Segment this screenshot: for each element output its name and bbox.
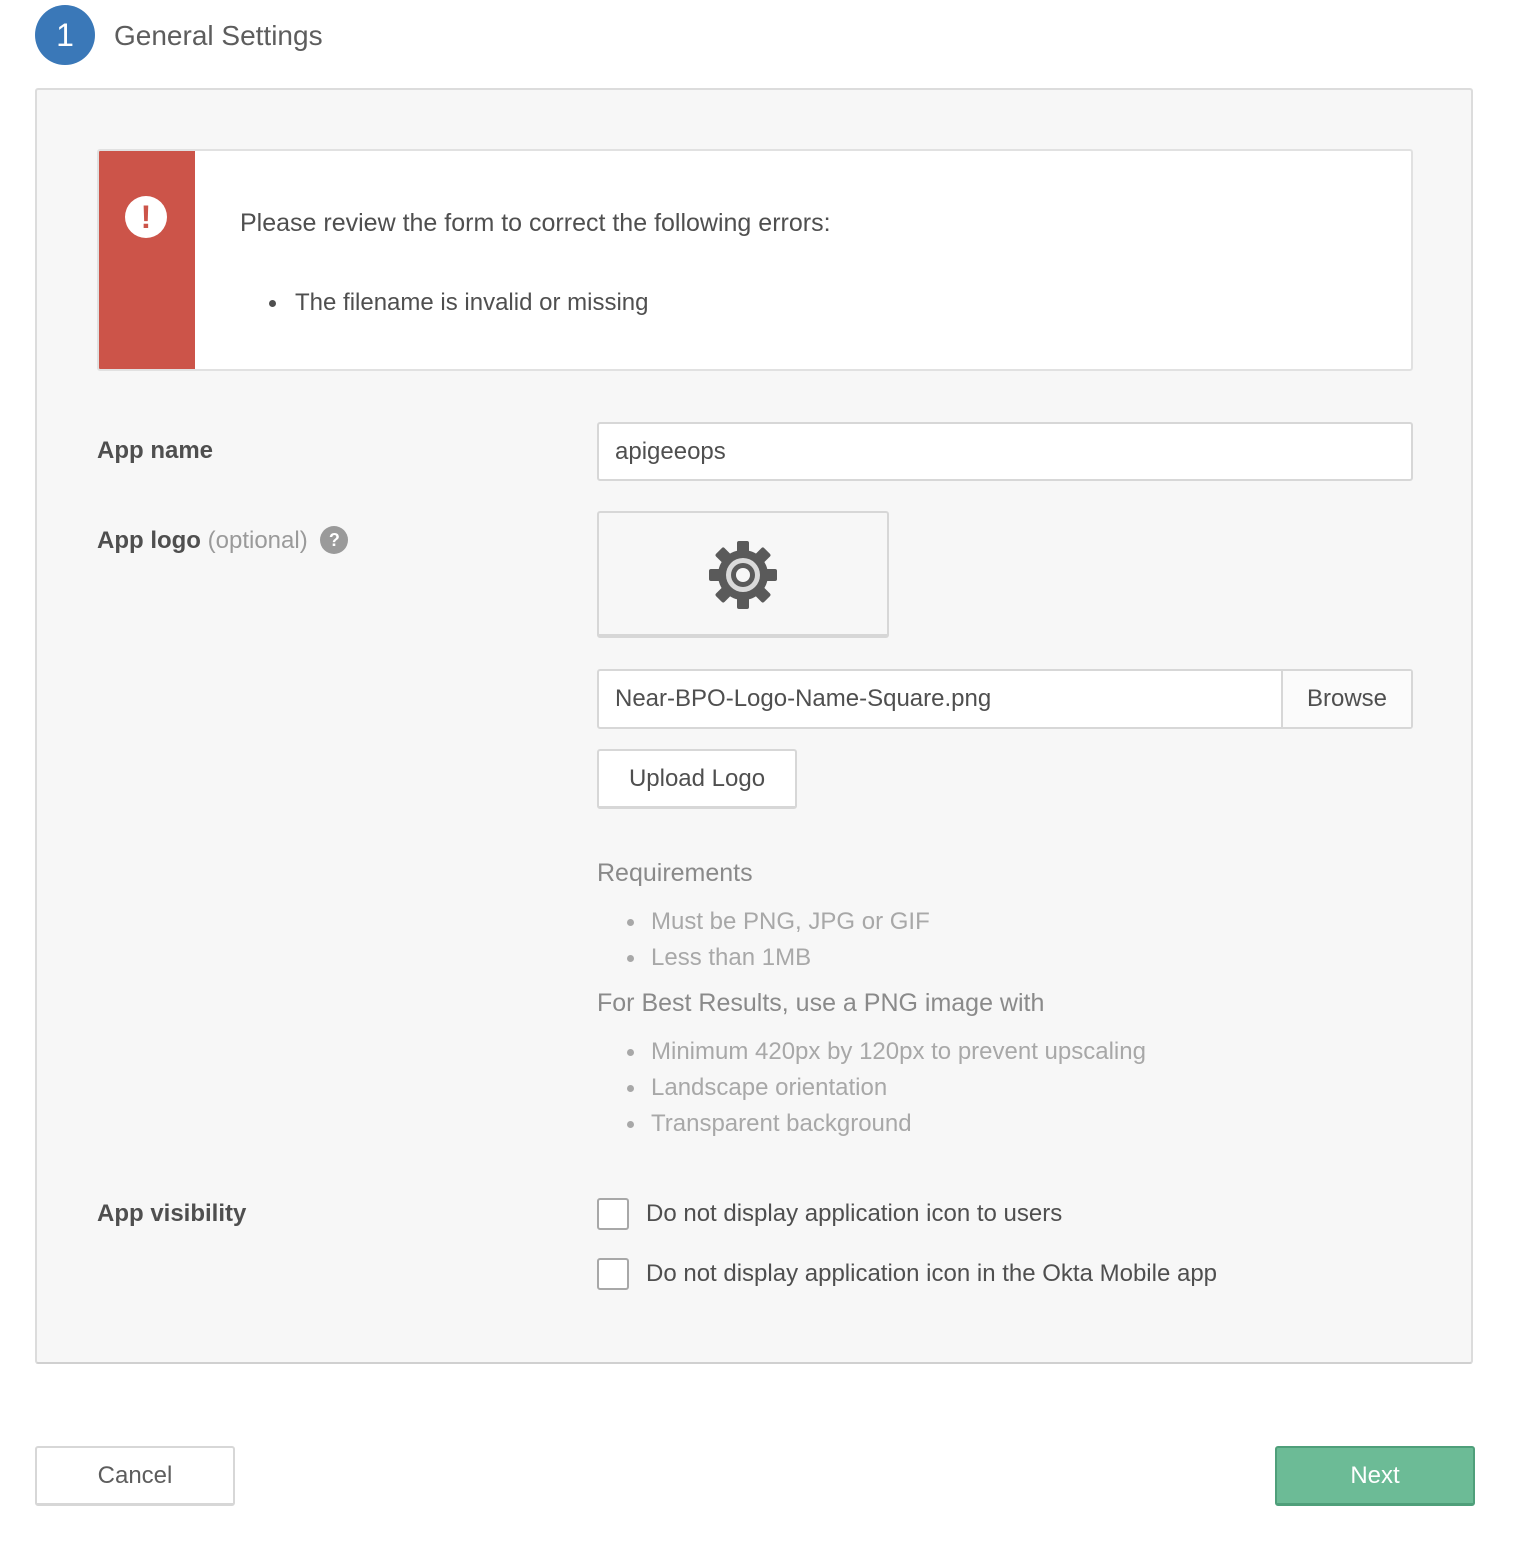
hide-icon-users-label[interactable]: Do not display application icon to users — [646, 1198, 1062, 1230]
step-title: General Settings — [114, 20, 323, 51]
best-result-item: Minimum 420px by 120px to prevent upscal… — [627, 1034, 1146, 1070]
app-visibility-label: App visibility — [97, 1200, 247, 1227]
optional-label: (optional) — [207, 527, 308, 554]
logo-file-field[interactable]: Near-BPO-Logo-Name-Square.png Browse — [597, 669, 1413, 729]
best-result-item: Transparent background — [627, 1106, 1146, 1142]
best-result-item: Landscape orientation — [627, 1070, 1146, 1106]
app-logo-label: App logo — [97, 527, 201, 554]
browse-button[interactable]: Browse — [1281, 671, 1411, 727]
logo-preview — [597, 511, 889, 638]
requirement-item: Less than 1MB — [627, 940, 930, 976]
hide-icon-users-checkbox[interactable] — [597, 1198, 629, 1230]
help-icon[interactable]: ? — [320, 525, 349, 554]
app-name-label: App name — [97, 437, 214, 464]
file-name-text: Near-BPO-Logo-Name-Square.png — [615, 685, 992, 712]
cancel-button[interactable]: Cancel — [35, 1446, 235, 1506]
hide-icon-mobile-checkbox[interactable] — [597, 1258, 629, 1290]
exclamation-circle-icon: ! — [125, 196, 167, 238]
app-name-input[interactable]: apigeeops — [597, 422, 1413, 481]
hide-icon-mobile-label[interactable]: Do not display application icon in the O… — [646, 1258, 1217, 1290]
next-button[interactable]: Next — [1275, 1446, 1475, 1506]
gear-icon — [709, 541, 777, 609]
requirements-heading: Requirements — [597, 859, 753, 887]
requirement-item: Must be PNG, JPG or GIF — [627, 904, 930, 940]
error-item: The filename is invalid or missing — [269, 287, 648, 319]
error-stripe: ! — [99, 151, 195, 369]
requirements-list: Must be PNG, JPG or GIF Less than 1MB — [627, 904, 930, 976]
best-results-heading: For Best Results, use a PNG image with — [597, 989, 1045, 1017]
error-title: Please review the form to correct the fo… — [240, 209, 831, 237]
error-alert: ! Please review the form to correct the … — [97, 149, 1413, 371]
upload-logo-button[interactable]: Upload Logo — [597, 749, 797, 809]
error-list: The filename is invalid or missing — [269, 287, 648, 319]
best-results-list: Minimum 420px by 120px to prevent upscal… — [627, 1034, 1146, 1142]
step-number-badge: 1 — [35, 5, 95, 65]
app-logo-label-row: App logo (optional) ? — [97, 525, 349, 557]
